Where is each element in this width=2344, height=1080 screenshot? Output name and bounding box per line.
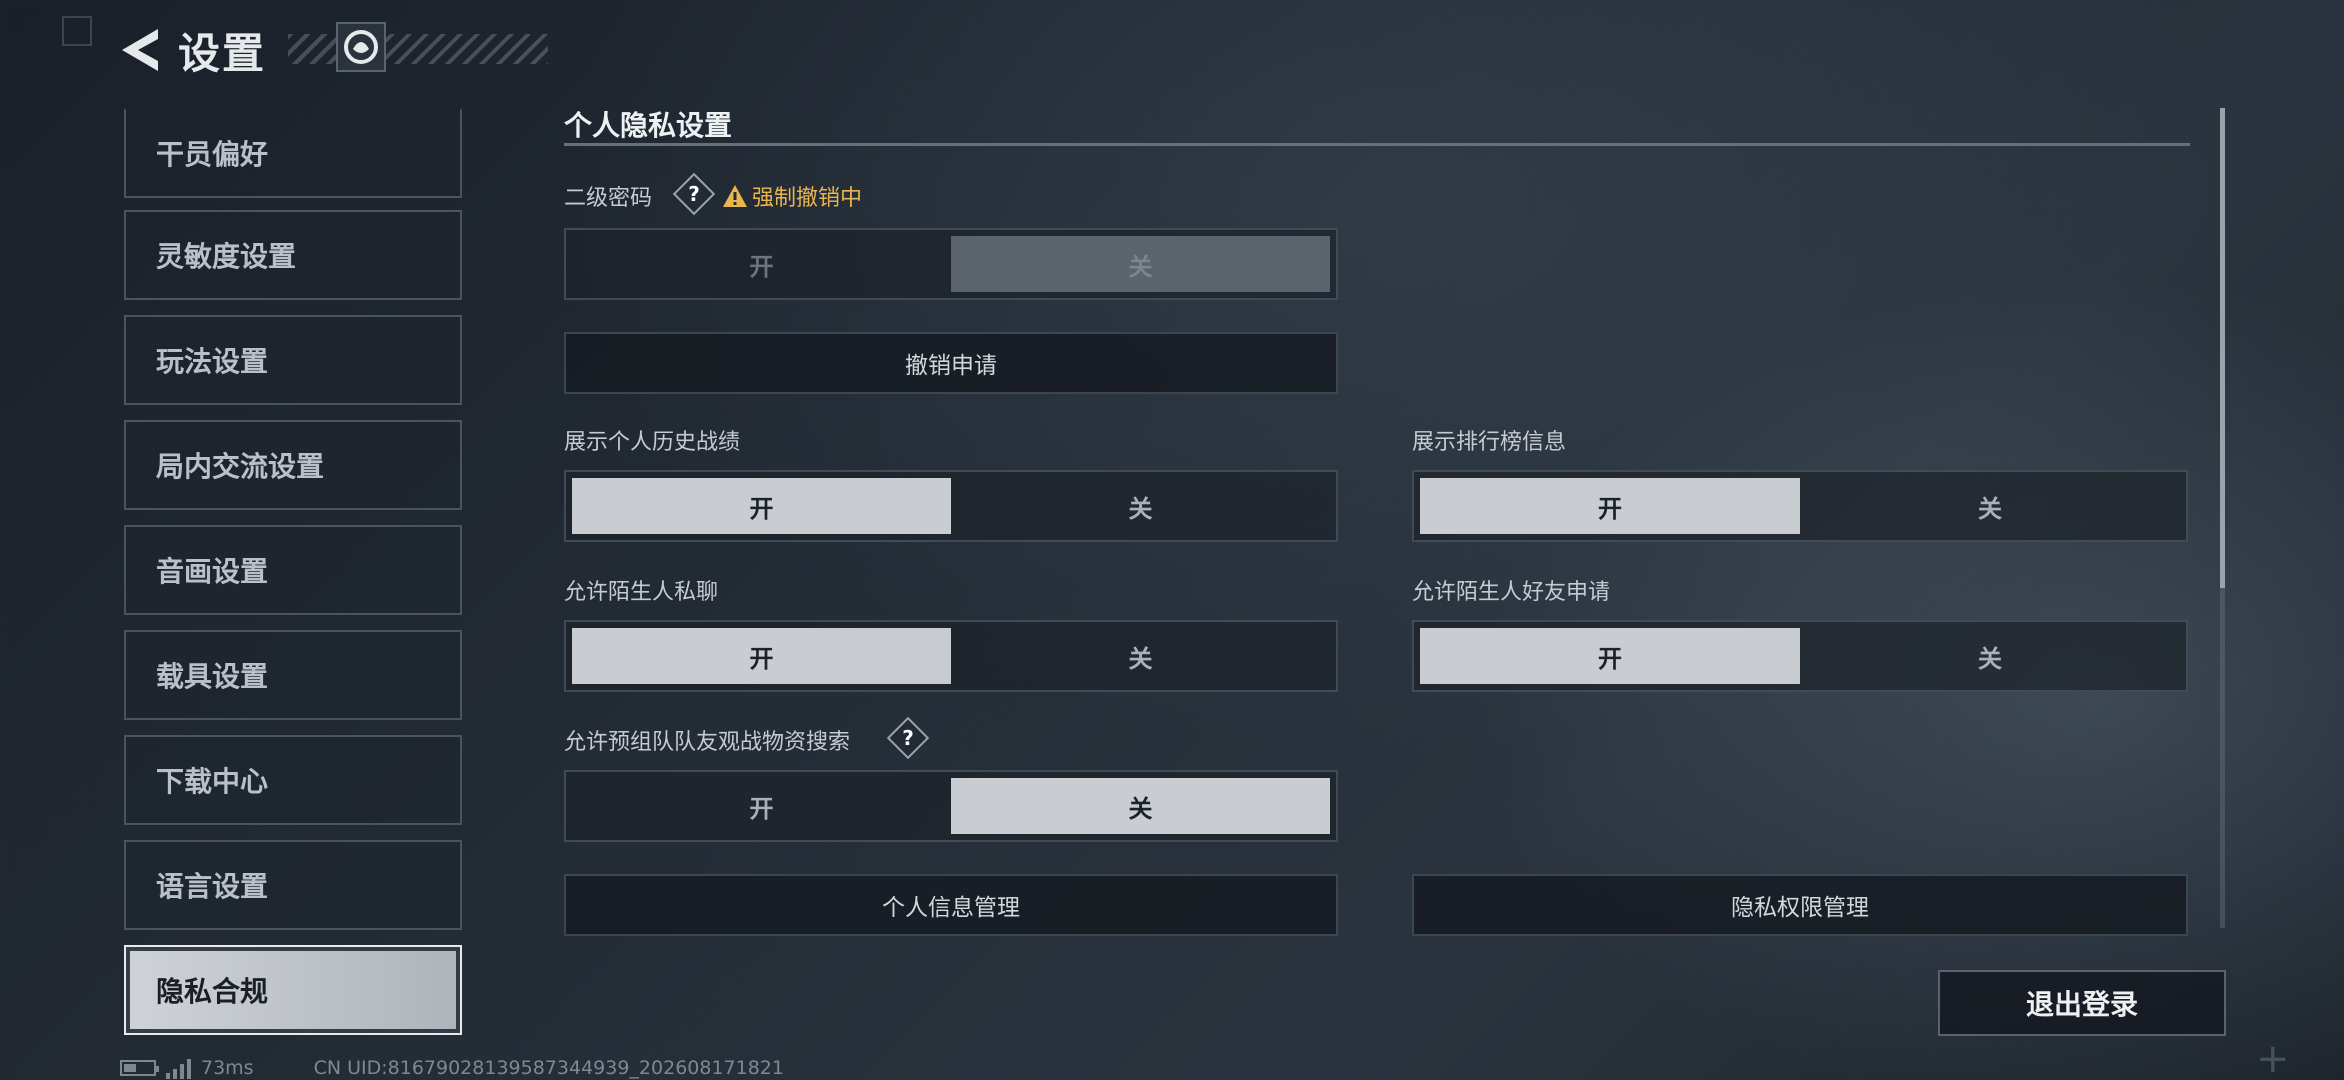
section-divider [564, 143, 2190, 146]
team-spectate-search-help-icon[interactable]: ? [892, 722, 924, 754]
stranger-friend-request-label: 允许陌生人好友申请 [1412, 580, 1611, 605]
avatar-icon [344, 30, 378, 64]
warning-icon [723, 185, 747, 207]
signal-icon [166, 1057, 191, 1079]
section-title: 个人隐私设置 [564, 109, 733, 142]
stranger-chat-off-option[interactable]: 关 [951, 628, 1330, 684]
revoke-status-badge: 强制撤销中 [722, 180, 862, 212]
team-spectate-search-off-option[interactable]: 关 [951, 778, 1330, 834]
sidebar-item-language[interactable]: 语言设置 [124, 840, 462, 930]
corner-frame-decoration [62, 16, 92, 46]
revoke-application-button[interactable]: 撤销申请 [564, 332, 1338, 394]
ping-value: 73ms [201, 1057, 254, 1079]
sidebar-item-in-game-communication[interactable]: 局内交流设置 [124, 420, 462, 510]
sidebar-item-audio-video[interactable]: 音画设置 [124, 525, 462, 615]
show-leaderboard-off-option[interactable]: 关 [1800, 478, 2180, 534]
stranger-friend-request-on-option[interactable]: 开 [1420, 628, 1800, 684]
sidebar-item-sensitivity[interactable]: 灵敏度设置 [124, 210, 462, 300]
sidebar-item-operator-preference[interactable]: 干员偏好 [124, 108, 462, 198]
stranger-chat-label: 允许陌生人私聊 [564, 580, 719, 605]
sidebar-item-vehicle[interactable]: 载具设置 [124, 630, 462, 720]
header-stripe-decoration [288, 34, 548, 64]
content-scrollbar[interactable] [2220, 108, 2225, 928]
secondary-password-on-option[interactable]: 开 [572, 236, 951, 292]
show-history-label: 展示个人历史战绩 [564, 430, 741, 455]
scrollbar-thumb[interactable] [2220, 108, 2225, 588]
sidebar-item-gameplay[interactable]: 玩法设置 [124, 315, 462, 405]
crosshair-decoration: + [2256, 1036, 2290, 1080]
page-title: 设置 [178, 28, 267, 78]
personal-info-management-button[interactable]: 个人信息管理 [564, 874, 1338, 936]
secondary-password-label: 二级密码 [564, 186, 653, 211]
show-history-off-option[interactable]: 关 [951, 478, 1330, 534]
status-footer: 73ms CN UID:8167902813958734493​9_202608… [120, 1056, 784, 1080]
stranger-chat-toggle: 开 关 [564, 620, 1338, 692]
secondary-password-off-option[interactable]: 关 [951, 236, 1330, 292]
battery-icon [120, 1060, 159, 1076]
show-history-on-option[interactable]: 开 [572, 478, 951, 534]
sidebar-item-privacy-compliance[interactable]: 隐私合规 [124, 945, 462, 1035]
secondary-password-help-icon[interactable]: ? [678, 178, 710, 210]
show-leaderboard-toggle: 开 关 [1412, 470, 2188, 542]
stranger-friend-request-off-option[interactable]: 关 [1800, 628, 2180, 684]
team-spectate-search-on-option[interactable]: 开 [572, 778, 951, 834]
team-spectate-search-toggle: 开 关 [564, 770, 1338, 842]
secondary-password-toggle: 开 关 [564, 228, 1338, 300]
logout-button[interactable]: 退出登录 [1938, 970, 2226, 1036]
stranger-chat-on-option[interactable]: 开 [572, 628, 951, 684]
back-button[interactable] [118, 25, 162, 75]
sidebar-item-download-center[interactable]: 下载中心 [124, 735, 462, 825]
profile-avatar-button[interactable] [336, 22, 386, 72]
user-uid: CN UID:8167902813958734493​9_20260817182… [313, 1057, 784, 1079]
revoke-status-text: 强制撤销中 [752, 186, 863, 211]
back-arrow-icon [122, 29, 158, 71]
page-header: 设置 [118, 22, 548, 78]
team-spectate-search-label: 允许预组队队友观战物资搜索 [564, 730, 851, 755]
show-leaderboard-on-option[interactable]: 开 [1420, 478, 1800, 534]
show-leaderboard-label: 展示排行榜信息 [1412, 430, 1567, 455]
privacy-permission-management-button[interactable]: 隐私权限管理 [1412, 874, 2188, 936]
stranger-friend-request-toggle: 开 关 [1412, 620, 2188, 692]
show-history-toggle: 开 关 [564, 470, 1338, 542]
